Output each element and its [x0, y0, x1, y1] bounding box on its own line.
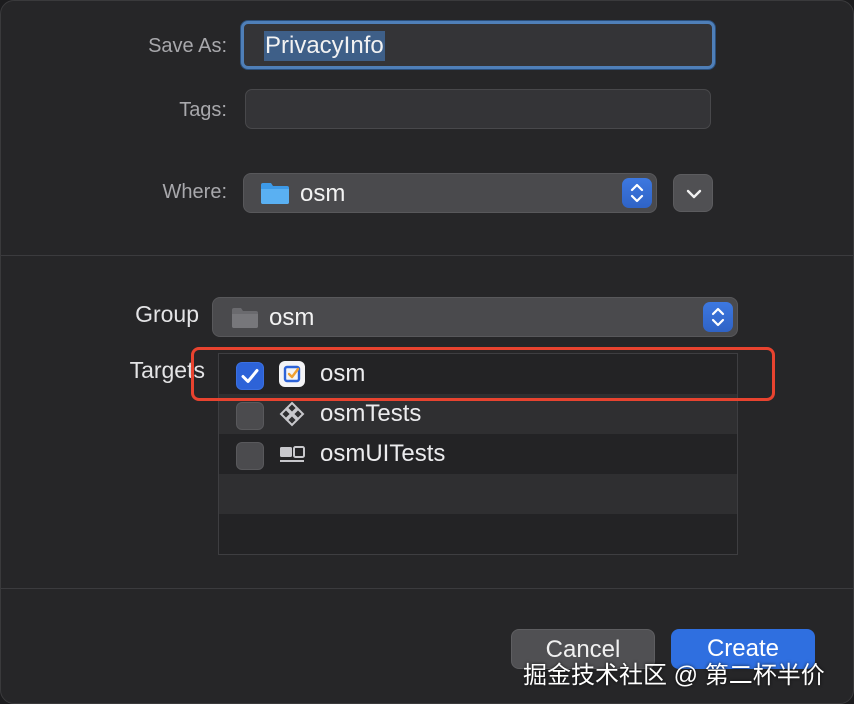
where-label: Where:	[162, 181, 227, 203]
watermark-text: 掘金技术社区 @ 第二杯半价	[523, 662, 825, 689]
target-checkbox-osmtests[interactable]	[236, 402, 264, 430]
unit-test-bundle-icon	[279, 401, 305, 427]
highlight-annotation	[191, 347, 775, 401]
group-popup[interactable]: osm	[212, 297, 738, 337]
target-row-osmuitests[interactable]: osmUITests	[219, 434, 737, 474]
group-value: osm	[269, 304, 315, 331]
chevron-down-icon	[686, 189, 702, 199]
expand-button[interactable]	[673, 174, 713, 212]
target-row-empty	[219, 474, 737, 514]
save-as-label: Save As:	[148, 35, 227, 57]
section-divider-top	[1, 255, 853, 256]
folder-icon	[232, 308, 258, 328]
folder-icon	[261, 183, 289, 204]
target-label-osmuitests: osmUITests	[320, 440, 446, 467]
targets-label: Targets	[129, 357, 205, 383]
save-dialog: Save As: PrivacyInfo Tags: Where: osm Gr…	[0, 0, 854, 704]
group-label: Group	[135, 301, 199, 327]
tags-field[interactable]	[245, 89, 711, 129]
where-value: osm	[300, 180, 346, 207]
ui-test-bundle-icon	[280, 446, 305, 462]
group-stepper-icon	[703, 302, 733, 332]
save-as-value: PrivacyInfo	[264, 31, 385, 61]
where-popup[interactable]: osm	[243, 173, 657, 213]
where-stepper-icon	[622, 178, 652, 208]
tags-label: Tags:	[179, 99, 227, 121]
target-label-osmtests: osmTests	[320, 400, 422, 427]
target-checkbox-osmuitests[interactable]	[236, 442, 264, 470]
save-as-field[interactable]: PrivacyInfo	[241, 21, 715, 69]
section-divider-bottom	[1, 588, 853, 589]
